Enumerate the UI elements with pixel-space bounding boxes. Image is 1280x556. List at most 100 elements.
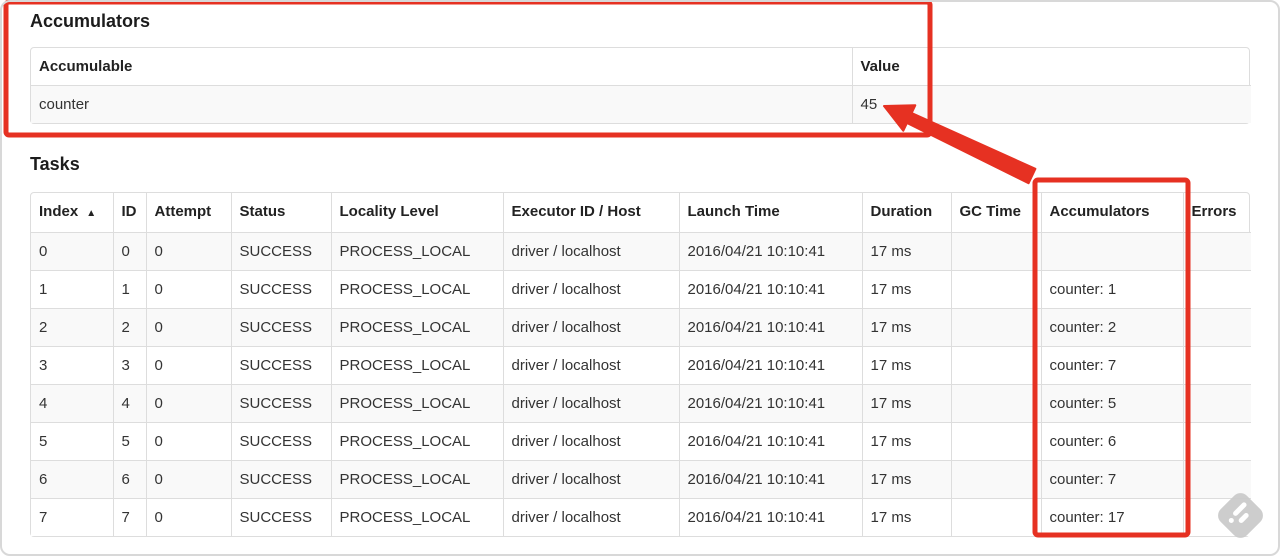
task-index-cell: 5	[31, 422, 113, 461]
task-errors-cell	[1182, 384, 1251, 423]
task-status-cell: SUCCESS	[230, 346, 331, 385]
locality-level-column-header[interactable]: Locality Level	[330, 193, 503, 233]
task-accumulators-cell: counter: 1	[1040, 270, 1183, 309]
task-locality-cell: PROCESS_LOCAL	[330, 498, 503, 536]
launch-time-column-header[interactable]: Launch Time	[678, 193, 862, 233]
task-locality-cell: PROCESS_LOCAL	[330, 232, 503, 271]
task-row: 4 4 0 SUCCESS PROCESS_LOCAL driver / loc…	[31, 384, 1251, 423]
page-content: Accumulators Accumulable Value counter 4…	[30, 0, 1251, 537]
accumulators-header-row: Accumulable Value	[31, 48, 1251, 86]
task-attempt-cell: 0	[145, 422, 231, 461]
task-attempt-cell: 0	[145, 346, 231, 385]
task-errors-cell	[1182, 308, 1251, 347]
task-duration-cell: 17 ms	[861, 498, 951, 536]
task-status-cell: SUCCESS	[230, 498, 331, 536]
task-gc-time-cell	[950, 460, 1041, 499]
task-locality-cell: PROCESS_LOCAL	[330, 422, 503, 461]
index-column-header[interactable]: Index ▲	[31, 193, 113, 233]
task-attempt-cell: 0	[145, 498, 231, 536]
task-status-cell: SUCCESS	[230, 460, 331, 499]
task-index-cell: 3	[31, 346, 113, 385]
task-id-cell: 4	[112, 384, 146, 423]
task-gc-time-cell	[950, 422, 1041, 461]
task-executor-cell: driver / localhost	[502, 346, 679, 385]
accumulable-column-header: Accumulable	[39, 58, 133, 75]
task-attempt-cell: 0	[145, 270, 231, 309]
accumulators-section-title: Accumulators	[30, 11, 151, 31]
task-duration-cell: 17 ms	[861, 422, 951, 461]
task-attempt-cell: 0	[145, 460, 231, 499]
task-launch-time-cell: 2016/04/21 10:10:41	[678, 232, 862, 271]
task-launch-time-cell: 2016/04/21 10:10:41	[678, 498, 862, 536]
task-row: 2 2 0 SUCCESS PROCESS_LOCAL driver / loc…	[31, 308, 1251, 347]
task-gc-time-cell	[950, 384, 1041, 423]
task-id-cell: 0	[112, 232, 146, 271]
task-row: 7 7 0 SUCCESS PROCESS_LOCAL driver / loc…	[31, 498, 1251, 536]
tasks-section-title: Tasks	[30, 154, 80, 174]
task-accumulators-cell: counter: 17	[1040, 498, 1183, 536]
watermark-dot	[1227, 516, 1235, 524]
task-launch-time-cell: 2016/04/21 10:10:41	[678, 460, 862, 499]
task-index-cell: 4	[31, 384, 113, 423]
gc-time-column-header[interactable]: GC Time	[950, 193, 1041, 233]
task-duration-cell: 17 ms	[861, 232, 951, 271]
task-locality-cell: PROCESS_LOCAL	[330, 460, 503, 499]
task-gc-time-cell	[950, 346, 1041, 385]
task-locality-cell: PROCESS_LOCAL	[330, 308, 503, 347]
task-status-cell: SUCCESS	[230, 232, 331, 271]
sort-ascending-icon: ▲	[86, 208, 97, 219]
task-index-cell: 1	[31, 270, 113, 309]
task-duration-cell: 17 ms	[861, 384, 951, 423]
task-locality-cell: PROCESS_LOCAL	[330, 384, 503, 423]
task-accumulators-cell	[1040, 232, 1183, 271]
task-id-cell: 7	[112, 498, 146, 536]
task-accumulators-cell: counter: 7	[1040, 346, 1183, 385]
task-status-cell: SUCCESS	[230, 308, 331, 347]
task-id-cell: 6	[112, 460, 146, 499]
task-errors-cell	[1182, 232, 1251, 271]
task-gc-time-cell	[950, 270, 1041, 309]
task-executor-cell: driver / localhost	[502, 384, 679, 423]
task-locality-cell: PROCESS_LOCAL	[330, 346, 503, 385]
task-index-cell: 2	[31, 308, 113, 347]
task-status-cell: SUCCESS	[230, 384, 331, 423]
task-executor-cell: driver / localhost	[502, 308, 679, 347]
tasks-header-row: Index ▲ ID Attempt Status Locality Level …	[31, 193, 1251, 233]
errors-column-header[interactable]: Errors	[1182, 193, 1251, 233]
task-id-cell: 2	[112, 308, 146, 347]
task-row: 0 0 0 SUCCESS PROCESS_LOCAL driver / loc…	[31, 232, 1251, 271]
task-duration-cell: 17 ms	[861, 346, 951, 385]
task-accumulators-cell: counter: 2	[1040, 308, 1183, 347]
task-row: 5 5 0 SUCCESS PROCESS_LOCAL driver / loc…	[31, 422, 1251, 461]
task-errors-cell	[1182, 422, 1251, 461]
executor-id-host-column-header[interactable]: Executor ID / Host	[502, 193, 679, 233]
task-id-cell: 1	[112, 270, 146, 309]
task-duration-cell: 17 ms	[861, 460, 951, 499]
task-index-cell: 7	[31, 498, 113, 536]
attempt-column-header[interactable]: Attempt	[145, 193, 231, 233]
task-duration-cell: 17 ms	[861, 270, 951, 309]
task-status-cell: SUCCESS	[230, 270, 331, 309]
task-executor-cell: driver / localhost	[502, 498, 679, 536]
task-accumulators-cell: counter: 6	[1040, 422, 1183, 461]
value-column-header: Value	[851, 48, 1251, 86]
duration-column-header[interactable]: Duration	[861, 193, 951, 233]
accumulable-value-cell: 45	[851, 85, 1251, 123]
task-id-cell: 5	[112, 422, 146, 461]
task-attempt-cell: 0	[145, 232, 231, 271]
tasks-table: Index ▲ ID Attempt Status Locality Level …	[30, 192, 1251, 537]
task-executor-cell: driver / localhost	[502, 232, 679, 271]
task-id-cell: 3	[112, 346, 146, 385]
accumulators-column-header[interactable]: Accumulators	[1040, 193, 1183, 233]
task-attempt-cell: 0	[145, 384, 231, 423]
task-launch-time-cell: 2016/04/21 10:10:41	[678, 270, 862, 309]
task-index-cell: 0	[31, 232, 113, 271]
task-launch-time-cell: 2016/04/21 10:10:41	[678, 308, 862, 347]
task-row: 3 3 0 SUCCESS PROCESS_LOCAL driver / loc…	[31, 346, 1251, 385]
status-column-header[interactable]: Status	[230, 193, 331, 233]
id-column-header[interactable]: ID	[112, 193, 146, 233]
task-errors-cell	[1182, 270, 1251, 309]
accumulable-name-cell: counter	[31, 85, 852, 123]
task-row: 6 6 0 SUCCESS PROCESS_LOCAL driver / loc…	[31, 460, 1251, 499]
task-duration-cell: 17 ms	[861, 308, 951, 347]
